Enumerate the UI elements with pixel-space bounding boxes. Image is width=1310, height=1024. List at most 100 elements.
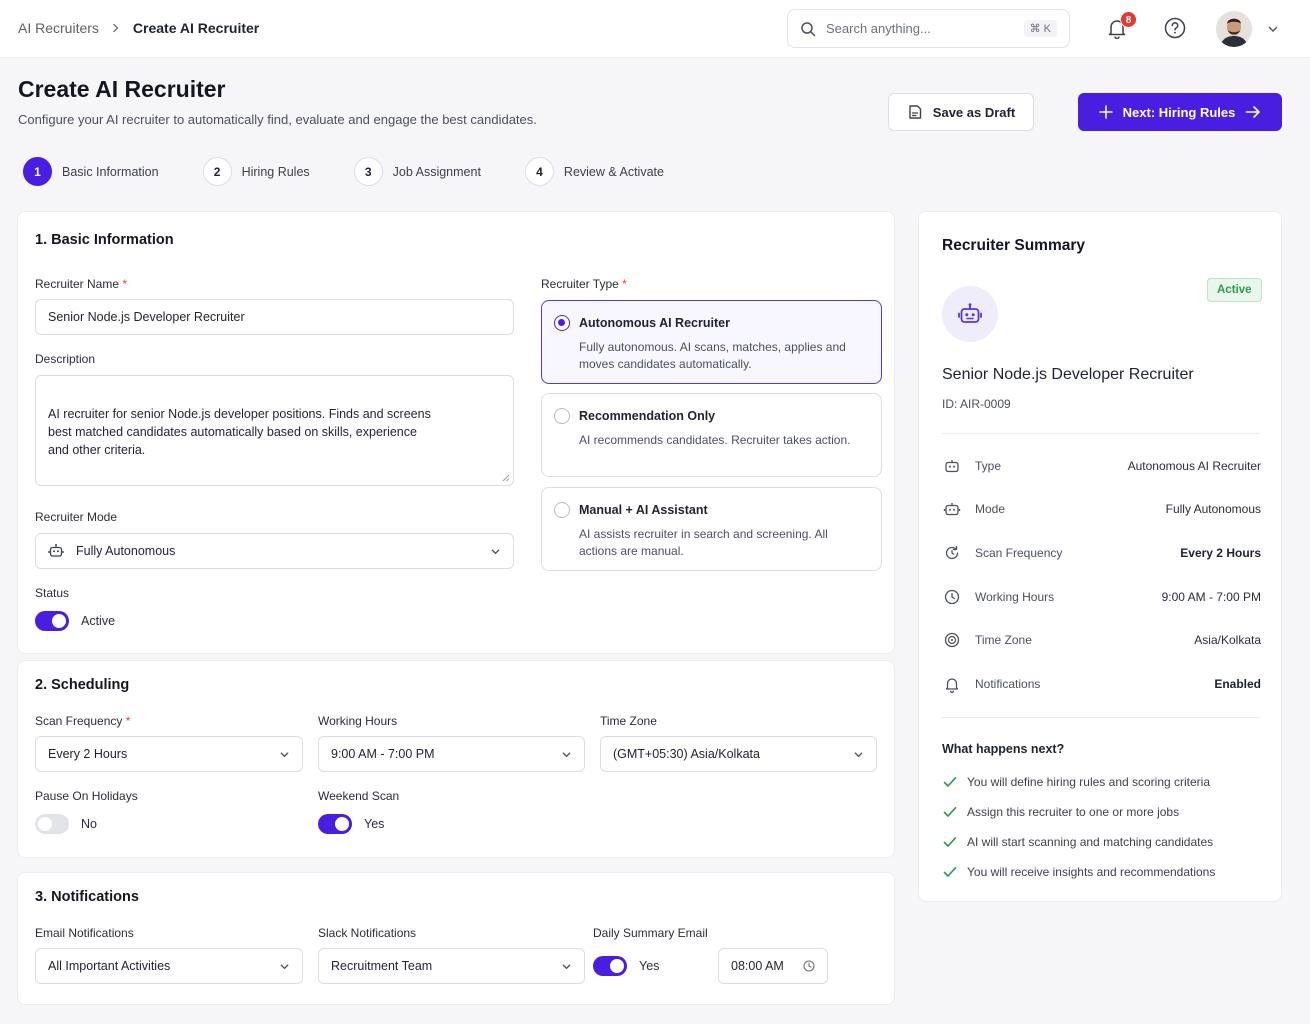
daily-summary-time-input[interactable]: 08:00 AM bbox=[718, 948, 828, 984]
next-hiring-rules-button[interactable]: Next: Hiring Rules bbox=[1078, 93, 1282, 131]
radio-unselected[interactable] bbox=[554, 502, 570, 518]
clock-icon bbox=[803, 960, 815, 972]
next-step-item: Assign this recruiter to one or more job… bbox=[943, 805, 1179, 819]
breadcrumb-ai-recruiters[interactable]: AI Recruiters bbox=[18, 20, 99, 36]
pause-holidays-value: No bbox=[81, 817, 97, 831]
search-shortcut: ⌘ K bbox=[1023, 20, 1057, 37]
stepper: 1 Basic Information 2 Hiring Rules 3 Job… bbox=[23, 157, 664, 186]
working-hours-label: Working Hours bbox=[318, 714, 398, 728]
scan-frequency-select[interactable]: Every 2 Hours bbox=[35, 736, 303, 772]
next-step-text: You will receive insights and recommenda… bbox=[967, 865, 1216, 879]
chevron-down-icon[interactable] bbox=[1267, 23, 1279, 35]
robot-icon bbox=[945, 460, 959, 473]
recruiter-mode-select[interactable]: Fully Autonomous bbox=[35, 533, 514, 569]
summary-recruiter-name: Senior Node.js Developer Recruiter bbox=[942, 366, 1194, 383]
description-text: AI recruiter for senior Node.js develope… bbox=[48, 407, 431, 457]
summary-row-notifications: Notifications Enabled bbox=[943, 675, 1261, 693]
summary-title: Recruiter Summary bbox=[942, 237, 1086, 254]
basic-information-card: 1. Basic Information Recruiter Name * Se… bbox=[17, 211, 895, 654]
radio-unselected[interactable] bbox=[554, 408, 570, 424]
search-input[interactable]: Search anything... bbox=[826, 21, 1014, 36]
slack-notifications-value: Recruitment Team bbox=[331, 959, 433, 973]
summary-row-label: Time Zone bbox=[975, 633, 1032, 647]
type-option-autonomous[interactable]: Autonomous AI Recruiter Fully autonomous… bbox=[541, 300, 882, 384]
save-icon bbox=[909, 105, 921, 119]
summary-row-scan-frequency: Scan Frequency Every 2 Hours bbox=[943, 544, 1261, 562]
next-step-item: You will receive insights and recommenda… bbox=[943, 865, 1215, 879]
slack-notifications-label: Slack Notifications bbox=[318, 926, 417, 940]
check-icon bbox=[943, 837, 957, 847]
breadcrumb: AI Recruiters Create AI Recruiter bbox=[18, 20, 259, 36]
search-icon bbox=[801, 21, 816, 36]
pause-holidays-toggle[interactable] bbox=[35, 814, 69, 834]
description-label: Description bbox=[35, 352, 96, 366]
scheduling-card: 2. Scheduling Scan Frequency * Every 2 H… bbox=[17, 660, 895, 858]
step-number: 4 bbox=[524, 157, 554, 186]
resize-handle-icon[interactable] bbox=[502, 474, 510, 482]
help-icon[interactable] bbox=[1164, 17, 1186, 39]
recruiter-mode-label: Recruiter Mode bbox=[35, 510, 118, 524]
step-hiring-rules[interactable]: 2 Hiring Rules bbox=[202, 157, 310, 186]
step-job-assignment[interactable]: 3 Job Assignment bbox=[353, 157, 481, 186]
description-textarea[interactable]: AI recruiter for senior Node.js develope… bbox=[35, 375, 514, 486]
divider bbox=[942, 717, 1260, 718]
status-badge: Active bbox=[1207, 278, 1262, 302]
top-bar: AI Recruiters Create AI Recruiter Search… bbox=[0, 0, 1310, 58]
type-option-desc: AI assists recruiter in search and scree… bbox=[579, 527, 828, 558]
summary-row-time-zone: Time Zone Asia/Kolkata bbox=[943, 631, 1261, 649]
check-icon bbox=[943, 777, 957, 787]
scan-frequency-value: Every 2 Hours bbox=[48, 747, 128, 761]
chevron-down-icon bbox=[491, 548, 500, 554]
type-option-manual[interactable]: Manual + AI Assistant AI assists recruit… bbox=[541, 487, 882, 571]
weekend-scan-toggle[interactable] bbox=[318, 814, 352, 834]
notification-badge: 8 bbox=[1120, 11, 1137, 28]
refresh-icon bbox=[945, 545, 959, 560]
summary-row-label: Working Hours bbox=[975, 590, 1055, 604]
summary-row-value: Asia/Kolkata bbox=[1194, 633, 1261, 647]
chevron-down-icon bbox=[562, 963, 571, 969]
robot-icon bbox=[943, 503, 961, 516]
search-box[interactable]: Search anything... ⌘ K bbox=[787, 9, 1070, 48]
summary-row-value: 9:00 AM - 7:00 PM bbox=[1161, 590, 1261, 604]
bell-icon bbox=[945, 678, 959, 693]
scan-frequency-label-text: Scan Frequency bbox=[35, 714, 123, 728]
next-step-item: You will define hiring rules and scoring… bbox=[943, 775, 1210, 789]
type-option-recommendation[interactable]: Recommendation Only AI recommends candid… bbox=[541, 393, 882, 477]
daily-summary-label: Daily Summary Email bbox=[593, 926, 708, 940]
save-draft-button[interactable]: Save as Draft bbox=[888, 93, 1034, 131]
chevron-right-icon bbox=[113, 23, 119, 33]
summary-row-mode: Mode Fully Autonomous bbox=[943, 500, 1261, 518]
status-toggle[interactable] bbox=[35, 611, 69, 631]
email-notifications-select[interactable]: All Important Activities bbox=[35, 948, 303, 984]
recruiter-name-input[interactable]: Senior Node.js Developer Recruiter bbox=[35, 299, 514, 335]
user-photo bbox=[1216, 11, 1252, 47]
breadcrumb-current: Create AI Recruiter bbox=[132, 20, 260, 36]
arrow-right-icon bbox=[1246, 106, 1261, 118]
recruiter-mode-value: Fully Autonomous bbox=[76, 544, 176, 558]
radio-selected[interactable] bbox=[554, 315, 570, 331]
page-subtitle: Configure your AI recruiter to automatic… bbox=[18, 112, 537, 127]
step-basic-information[interactable]: 1 Basic Information bbox=[23, 157, 159, 186]
recruiter-name-label-text: Recruiter Name bbox=[35, 277, 120, 291]
recruiter-type-label-text: Recruiter Type bbox=[541, 277, 619, 291]
summary-recruiter-id: ID: AIR-0009 bbox=[942, 397, 1011, 411]
working-hours-value: 9:00 AM - 7:00 PM bbox=[331, 747, 435, 761]
plus-icon bbox=[1098, 105, 1113, 119]
chevron-down-icon bbox=[280, 963, 289, 969]
next-step-text: Assign this recruiter to one or more job… bbox=[967, 805, 1180, 819]
summary-row-value: Enabled bbox=[1214, 677, 1261, 691]
next-steps-title: What happens next? bbox=[942, 742, 1065, 756]
step-label: Hiring Rules bbox=[241, 164, 310, 179]
daily-summary-toggle[interactable] bbox=[593, 956, 627, 976]
next-step-item: AI will start scanning and matching cand… bbox=[943, 835, 1213, 849]
step-review-activate[interactable]: 4 Review & Activate bbox=[524, 157, 664, 186]
chevron-down-icon bbox=[280, 751, 289, 757]
time-zone-value: (GMT+05:30) Asia/Kolkata bbox=[613, 747, 760, 761]
slack-notifications-select[interactable]: Recruitment Team bbox=[318, 948, 585, 984]
weekend-scan-label: Weekend Scan bbox=[318, 789, 400, 803]
summary-row-working-hours: Working Hours 9:00 AM - 7:00 PM bbox=[943, 588, 1261, 606]
next-step-text: AI will start scanning and matching cand… bbox=[967, 835, 1214, 849]
avatar[interactable] bbox=[1216, 11, 1252, 47]
working-hours-select[interactable]: 9:00 AM - 7:00 PM bbox=[318, 736, 585, 772]
time-zone-select[interactable]: (GMT+05:30) Asia/Kolkata bbox=[600, 736, 877, 772]
